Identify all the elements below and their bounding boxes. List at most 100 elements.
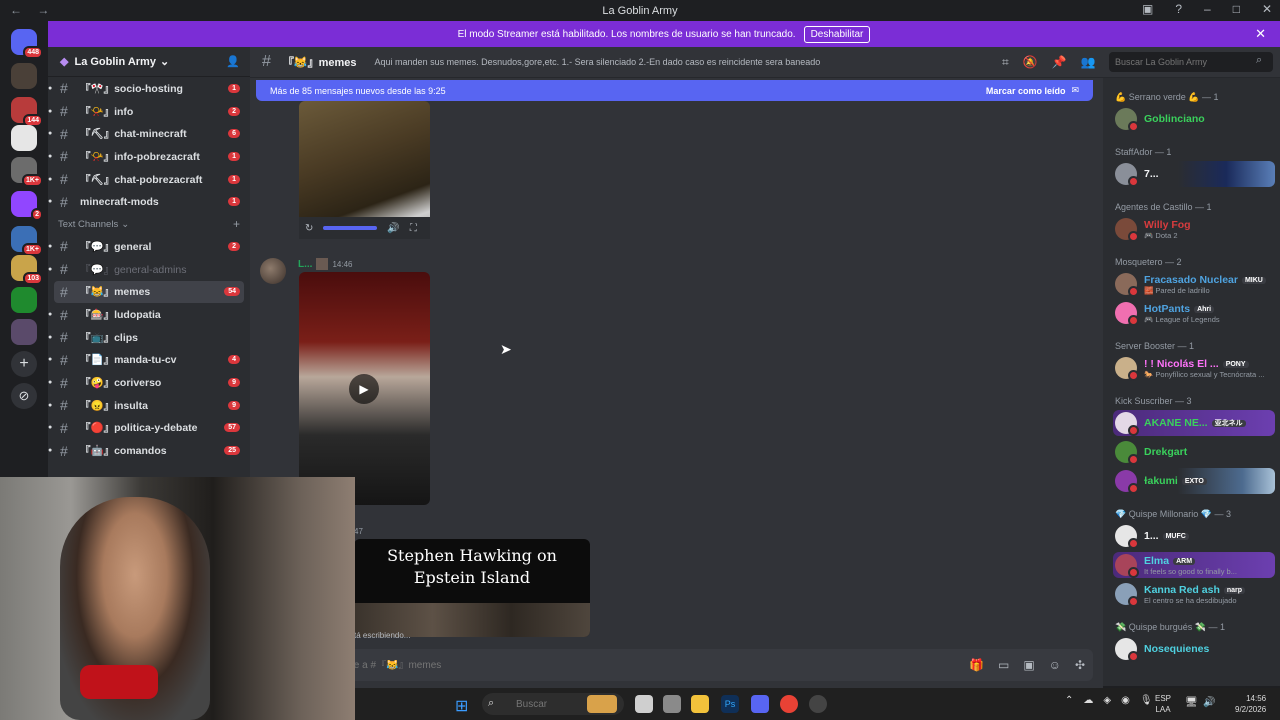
server-icon[interactable] — [11, 125, 37, 151]
app-icon[interactable] — [663, 695, 681, 713]
channel-item[interactable]: ● # 『📯』info 2 — [48, 100, 250, 123]
chrome-icon[interactable] — [780, 695, 798, 713]
close-icon[interactable]: ✕ — [1262, 2, 1272, 16]
server-icon[interactable]: 144 — [11, 97, 43, 127]
tray-icon[interactable]: ◈ — [1103, 695, 1111, 706]
window-controls[interactable]: ▣ ? – □ ✕ — [1142, 2, 1272, 16]
channel-item[interactable]: ● # 『⛏』chat-minecraft 6 — [48, 122, 250, 145]
server-icon[interactable] — [11, 287, 37, 313]
disable-streamer-button[interactable]: Deshabilitar — [803, 25, 871, 43]
channel-item[interactable]: ● # 『😠』insulta 9 — [48, 394, 250, 417]
channel-item[interactable]: ● # 『📄』manda-tu-cv 4 — [48, 349, 250, 372]
search-input[interactable] — [1109, 52, 1273, 72]
play-icon[interactable]: ▶ — [349, 374, 379, 404]
task-view-icon[interactable] — [635, 695, 653, 713]
message-input[interactable] — [346, 659, 846, 671]
file-explorer-icon[interactable] — [691, 695, 709, 713]
server-header[interactable]: ◆ La Goblin Army ⌄ 👤 — [48, 47, 250, 77]
member-item[interactable]: AKANE NE... 亚北ネル — [1113, 410, 1275, 436]
member-item[interactable]: ɫakumi EXTO — [1113, 468, 1275, 494]
channel-item[interactable]: ● # 『📯』info-pobrezacraft 1 — [48, 145, 250, 168]
app-icon[interactable] — [809, 695, 827, 713]
channel-item[interactable]: ● # 『🎰』ludopatia — [48, 303, 250, 326]
members-icon[interactable]: 👥 — [1081, 55, 1096, 70]
add-server-icon[interactable]: + — [11, 351, 37, 377]
server-icon[interactable]: 1K+ — [11, 157, 43, 187]
mark-read-button[interactable]: Marcar como leído — [986, 86, 1066, 96]
message-author[interactable]: L... — [298, 259, 312, 270]
channel-item[interactable]: ● # 『🤪』coriverso 9 — [48, 371, 250, 394]
member-item[interactable]: ! ! Nicolás El ... PONY 🐎 Ponyfílico sexua… — [1113, 355, 1275, 381]
channel-item[interactable]: ● # 『🤖』comandos 25 — [48, 439, 250, 462]
member-item[interactable]: Willy Fog 🎮 Dota 2 — [1113, 216, 1275, 242]
chevron-up-icon[interactable]: ⌃ — [1065, 695, 1073, 706]
gif-icon[interactable]: ▭ — [998, 658, 1009, 672]
video-attachment[interactable]: ▶ — [299, 272, 430, 505]
unread-dot-icon: ● — [48, 333, 53, 341]
server-icon[interactable] — [11, 319, 37, 345]
maximize-icon[interactable]: □ — [1233, 2, 1240, 16]
new-messages-bar[interactable]: Más de 85 mensajes nuevos desde las 9:25… — [256, 80, 1093, 101]
channel-item[interactable]: ● # 『🔴』politica-y-debate 57 — [48, 417, 250, 440]
channel-item[interactable]: ● # 『🎌』socio-hosting 1 — [48, 77, 250, 100]
sticker-icon[interactable]: ▣ — [1023, 658, 1034, 672]
clock[interactable]: 14:56 9/2/2026 — [1235, 693, 1266, 715]
video-controls[interactable]: ↻ 🔊 ⛶ — [299, 217, 430, 239]
gift-icon[interactable]: 🎁 — [969, 658, 984, 672]
member-item[interactable]: HotPants Ahri 🎮 League of Legends — [1113, 300, 1275, 326]
apps-icon[interactable]: ✣ — [1075, 658, 1085, 672]
create-channel-icon[interactable]: + — [233, 217, 240, 231]
fullscreen-icon[interactable]: ⛶ — [410, 223, 417, 234]
server-icon[interactable] — [11, 63, 37, 89]
header-toolbar: ⌗ 🔕 📌 👥 — [1002, 55, 1096, 70]
avatar[interactable] — [260, 258, 286, 284]
inbox-icon[interactable]: ▣ — [1142, 2, 1153, 16]
member-item[interactable]: Drekgart — [1113, 439, 1275, 465]
search-highlight-icon[interactable] — [587, 695, 617, 713]
video-preview[interactable]: Stephen Hawking on Epstein Island — [354, 539, 590, 637]
add-member-icon[interactable]: 👤 — [226, 55, 240, 68]
threads-icon[interactable]: ⌗ — [1002, 55, 1009, 70]
network-icon[interactable]: 🖥 — [1185, 697, 1198, 708]
pin-icon[interactable]: 📌 — [1052, 55, 1067, 70]
member-item[interactable]: Kanna Red ash narp El centro se ha desdibu… — [1113, 581, 1275, 607]
member-item[interactable]: Elma ARM It feels so good to finally b... — [1113, 552, 1275, 578]
tray-icon[interactable]: ◉ — [1121, 695, 1130, 706]
member-item[interactable]: Fracasado Nuclear MIKU 🧱 Pared de ladrillo — [1113, 271, 1275, 297]
tray-icon[interactable]: ☁ — [1083, 695, 1093, 706]
discord-icon[interactable] — [751, 695, 769, 713]
channel-item[interactable]: ● # 『📺』clips — [48, 326, 250, 349]
member-item[interactable]: Goblinciano — [1113, 106, 1275, 132]
guild-tag-badge: ARM — [1173, 557, 1196, 565]
message-composer[interactable]: 🎁 ▭ ▣ ☺ ✣ — [256, 649, 1093, 681]
channel-item[interactable]: ● # minecraft-mods 1 — [48, 190, 250, 213]
channel-item[interactable]: # 『😹』memes 54 — [54, 280, 244, 304]
member-item[interactable]: 7... — [1113, 161, 1275, 187]
close-banner-icon[interactable]: ✕ — [1255, 26, 1266, 42]
progress-bar[interactable] — [323, 226, 378, 230]
microphone-icon[interactable]: 🎙 — [1140, 695, 1153, 706]
replay-icon[interactable]: ↻ — [305, 223, 313, 234]
volume-icon[interactable]: 🔊 — [387, 223, 399, 234]
minimize-icon[interactable]: – — [1204, 2, 1211, 16]
help-icon[interactable]: ? — [1175, 2, 1182, 16]
member-item[interactable]: 1... MUFC — [1113, 523, 1275, 549]
twitch-server-icon[interactable]: 2 — [11, 191, 43, 221]
member-item[interactable]: Nosequienes — [1113, 636, 1275, 662]
category-text-channels[interactable]: Text Channels ⌄ + — [48, 213, 250, 235]
discover-icon[interactable]: ⊘ — [11, 383, 37, 409]
home-button[interactable]: 448 — [11, 29, 43, 59]
channel-item[interactable]: ● # 『⛏』chat-pobrezacraft 1 — [48, 168, 250, 191]
server-icon[interactable]: 1K+ — [11, 226, 43, 256]
mute-icon[interactable]: 🔕 — [1023, 55, 1038, 70]
windows-start-icon[interactable]: ⊞ — [455, 696, 468, 716]
volume-icon[interactable]: 🔊 — [1203, 697, 1215, 708]
channel-item[interactable]: ● # 『💬』general-admins — [48, 258, 250, 281]
server-icon[interactable]: 103 — [11, 255, 43, 285]
emoji-icon[interactable]: ☺ — [1049, 658, 1061, 672]
back-forward-icon[interactable]: ← → — [10, 3, 55, 17]
photoshop-icon[interactable]: Ps — [721, 695, 739, 713]
channel-topic[interactable]: Aqui manden sus memes. Desnudos,gore,etc… — [375, 57, 821, 67]
channel-item[interactable]: ● # 『💬』general 2 — [48, 235, 250, 258]
language-indicator[interactable]: ESP LAA — [1155, 693, 1171, 715]
